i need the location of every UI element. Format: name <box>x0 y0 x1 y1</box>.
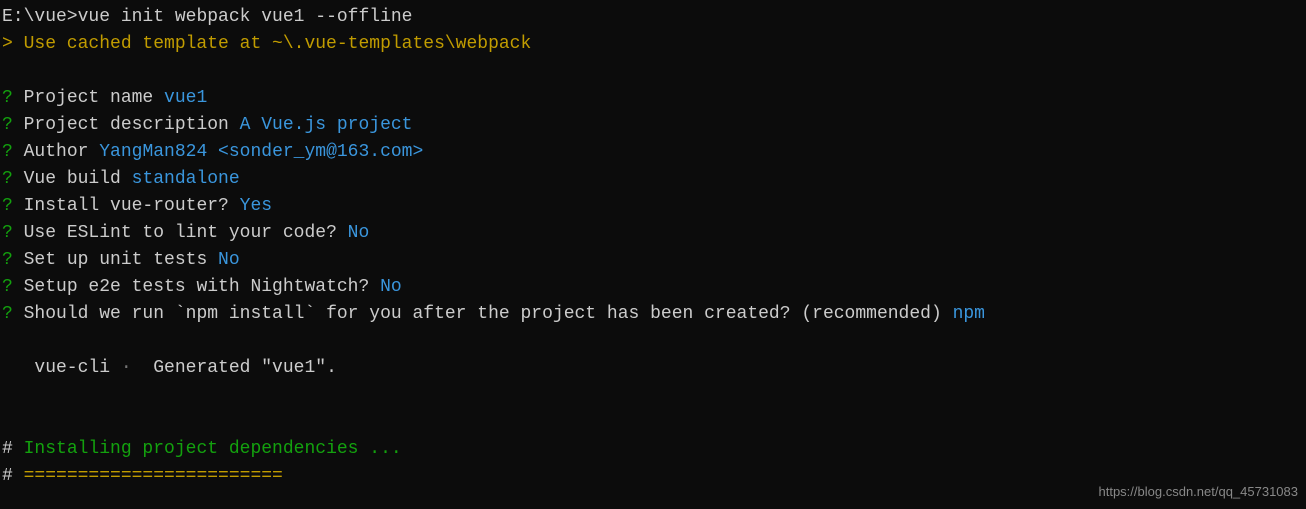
command-line: E:\vue>vue init webpack vue1 --offline <box>2 4 1304 31</box>
question-mark: ? <box>2 142 13 162</box>
question-mark: ? <box>2 115 13 135</box>
blank-line <box>2 409 1304 436</box>
question-e2e-tests: ? Setup e2e tests with Nightwatch? No <box>2 274 1304 301</box>
question-project-description: ? Project description A Vue.js project <box>2 112 1304 139</box>
vue-cli-label: vue-cli <box>2 358 110 378</box>
cached-prefix: > Use cached template at <box>2 34 272 54</box>
question-answer: No <box>218 250 240 270</box>
blank-line <box>2 382 1304 409</box>
installing-text: Installing project dependencies ... <box>13 439 402 459</box>
question-answer: npm <box>953 304 985 324</box>
cached-template-line: > Use cached template at ~\.vue-template… <box>2 31 1304 58</box>
question-project-name: ? Project name vue1 <box>2 85 1304 112</box>
blank-line <box>2 58 1304 85</box>
question-label: Project description <box>13 115 240 135</box>
question-answer: No <box>380 277 402 297</box>
question-mark: ? <box>2 223 13 243</box>
question-author: ? Author YangMan824 <sonder_ym@163.com> <box>2 139 1304 166</box>
question-label: Setup e2e tests with Nightwatch? <box>13 277 380 297</box>
question-mark: ? <box>2 169 13 189</box>
question-mark: ? <box>2 304 13 324</box>
question-label: Install vue-router? <box>13 196 240 216</box>
question-answer: A Vue.js project <box>240 115 413 135</box>
divider: ======================== <box>13 466 283 486</box>
question-mark: ? <box>2 196 13 216</box>
question-answer: Yes <box>240 196 272 216</box>
prompt-path: E:\vue> <box>2 7 78 27</box>
installing-line: # Installing project dependencies ... <box>2 436 1304 463</box>
question-mark: ? <box>2 88 13 108</box>
question-npm-install: ? Should we run `npm install` for you af… <box>2 301 1304 328</box>
question-label: Set up unit tests <box>13 250 218 270</box>
question-vue-router: ? Install vue-router? Yes <box>2 193 1304 220</box>
bullet: · <box>110 358 142 378</box>
cached-path: ~\.vue-templates\webpack <box>272 34 531 54</box>
question-eslint: ? Use ESLint to lint your code? No <box>2 220 1304 247</box>
watermark: https://blog.csdn.net/qq_45731083 <box>1099 482 1299 502</box>
hash-mark: # <box>2 439 13 459</box>
question-label: Should we run `npm install` for you afte… <box>13 304 953 324</box>
generated-line: vue-cli · Generated "vue1". <box>2 355 1304 382</box>
question-label: Use ESLint to lint your code? <box>13 223 348 243</box>
blank-line <box>2 328 1304 355</box>
question-label: Vue build <box>13 169 132 189</box>
command-text: vue init webpack vue1 --offline <box>78 7 413 27</box>
question-answer: No <box>348 223 370 243</box>
question-answer: standalone <box>132 169 240 189</box>
question-answer: vue1 <box>164 88 207 108</box>
question-unit-tests: ? Set up unit tests No <box>2 247 1304 274</box>
generated-message: Generated "vue1". <box>142 358 336 378</box>
question-mark: ? <box>2 250 13 270</box>
question-label: Author <box>13 142 99 162</box>
hash-mark: # <box>2 466 13 486</box>
question-mark: ? <box>2 277 13 297</box>
question-vue-build: ? Vue build standalone <box>2 166 1304 193</box>
question-answer: YangMan824 <sonder_ym@163.com> <box>99 142 423 162</box>
question-label: Project name <box>13 88 164 108</box>
